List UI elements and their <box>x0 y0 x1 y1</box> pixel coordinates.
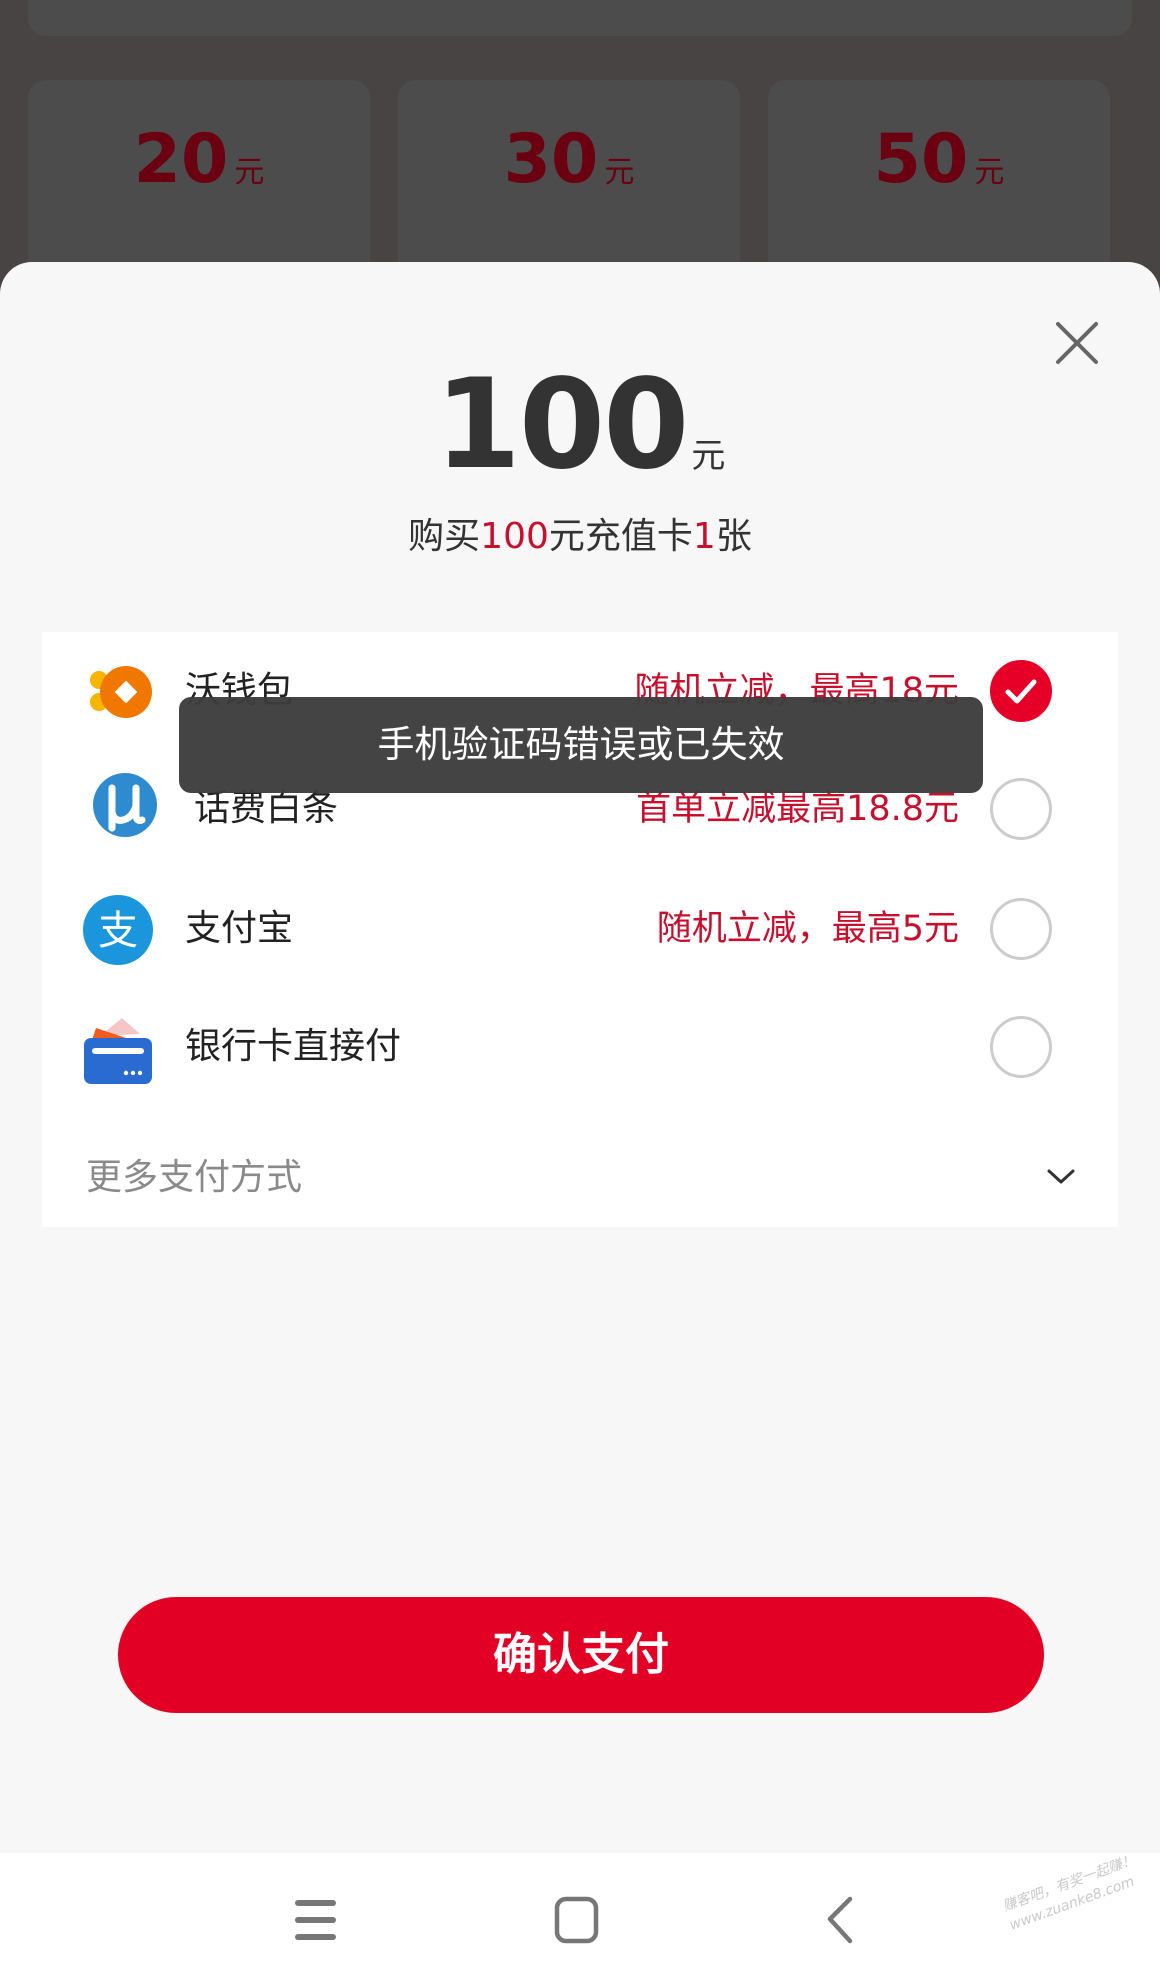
card-unit: 元 <box>974 155 1005 190</box>
phone-credit-icon <box>92 772 164 844</box>
confirm-payment-button[interactable]: 确认支付 <box>118 1597 1044 1713</box>
summary-suffix: 张 <box>715 516 752 557</box>
wo-wallet-icon <box>82 656 154 728</box>
more-payment-methods-label: 更多支付方式 <box>86 1157 303 1198</box>
radio-unselected[interactable] <box>990 898 1052 960</box>
home-square-icon <box>554 1896 599 1944</box>
alipay-icon: 支 <box>82 894 154 966</box>
purchase-summary: 购买100元充值卡1张 <box>0 512 1160 562</box>
summary-middle: 元充值卡 <box>548 516 693 557</box>
amount-unit: 元 <box>691 436 726 476</box>
radio-unselected[interactable] <box>990 1016 1052 1078</box>
payment-amount: 100 元 <box>0 360 1160 490</box>
payment-option-label: 银行卡直接付 <box>185 1026 402 1067</box>
home-button[interactable] <box>547 1893 607 1949</box>
payment-option-alipay[interactable]: 支 支付宝 随机立减，最高5元 <box>42 870 1118 988</box>
summary-amount: 100 <box>480 516 549 557</box>
card-value: 30 <box>503 120 599 199</box>
card-value: 50 <box>873 120 969 199</box>
error-toast: 手机验证码错误或已失效 <box>179 697 983 793</box>
payment-option-label: 支付宝 <box>185 908 294 949</box>
chevron-down-icon <box>1047 1169 1075 1184</box>
menu-icon <box>295 1900 336 1940</box>
radio-selected[interactable] <box>990 660 1052 722</box>
card-value: 20 <box>133 120 229 199</box>
bank-card-icon <box>82 1012 154 1084</box>
summary-count: 1 <box>692 516 716 557</box>
card-unit: 元 <box>604 155 635 190</box>
svg-text:支: 支 <box>98 908 138 954</box>
payment-option-bank-card[interactable]: 银行卡直接付 <box>42 988 1118 1106</box>
payment-option-promo: 随机立减，最高5元 <box>656 909 959 949</box>
back-button[interactable] <box>808 1893 868 1949</box>
summary-prefix: 购买 <box>408 516 481 557</box>
radio-unselected[interactable] <box>990 778 1052 840</box>
background-top-card <box>28 0 1132 36</box>
more-payment-methods[interactable]: 更多支付方式 <box>42 1129 1118 1227</box>
card-unit: 元 <box>234 155 265 190</box>
back-chevron-icon <box>827 1896 853 1944</box>
amount-value: 100 <box>434 353 690 497</box>
system-navigation-bar <box>0 1853 1160 1988</box>
checkmark-icon <box>1005 679 1037 704</box>
recent-apps-button[interactable] <box>286 1893 346 1949</box>
